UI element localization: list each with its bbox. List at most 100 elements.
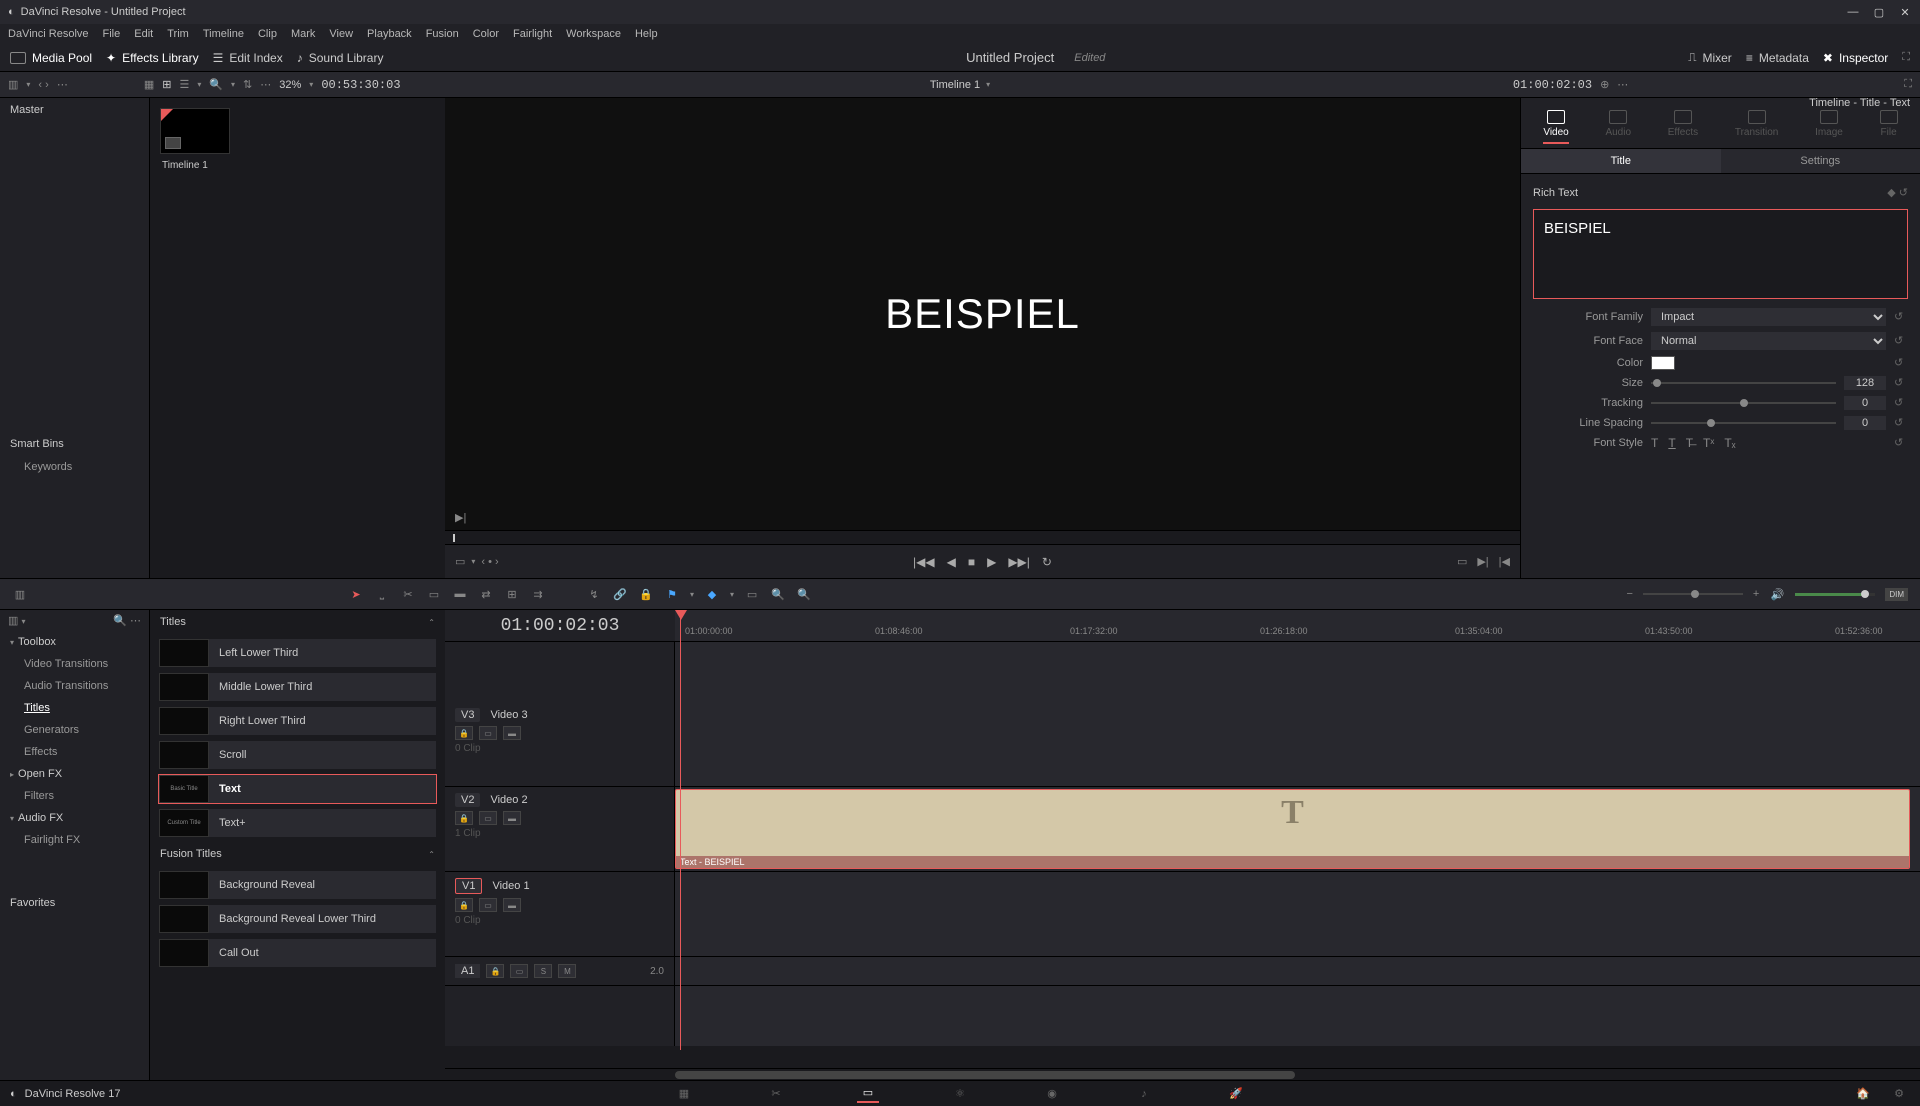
menu-playback[interactable]: Playback [367,28,412,40]
inspector-button[interactable]: ✖Inspector [1823,51,1888,65]
strip-view-icon[interactable]: ☰ [179,78,189,91]
fx-panel-icon[interactable]: ▥ ▾ [8,614,25,627]
flag-icon[interactable]: ⚑ [664,586,680,602]
style-underline-button[interactable]: T [1668,436,1675,450]
a1-mute-button[interactable]: M [558,964,576,978]
fx-audio-transitions[interactable]: Audio Transitions [0,675,149,697]
v1-lock-button[interactable]: 🔒 [455,898,473,912]
font-style-reset[interactable]: ↺ [1894,436,1908,450]
inspector-subtab-title[interactable]: Title [1521,149,1721,173]
viewer-mode-icon[interactable]: ▭ [455,555,465,568]
viewer-canvas[interactable]: BEISPIEL ▶| [445,98,1520,530]
v3-enable-button[interactable]: ▬ [503,726,521,740]
menu-clip[interactable]: Clip [258,28,277,40]
inspector-tab-audio[interactable]: Audio [1605,110,1631,144]
zoom-percent[interactable]: 32% [279,79,301,91]
toolbox-category[interactable]: ▾Toolbox [0,631,149,653]
font-family-select[interactable]: Impact [1651,308,1886,326]
tracking-slider[interactable] [1651,402,1836,404]
prev-frame-button[interactable]: ◀ [947,555,956,569]
viewer-scrubber[interactable] [445,530,1520,544]
track-a1-body[interactable] [675,957,1920,985]
keyframe-icon[interactable]: ◆ [1887,187,1895,199]
titles-section-header[interactable]: Titles⌃ [150,610,445,634]
volume-slider[interactable] [1795,593,1875,596]
marker-icon[interactable]: ◆ [704,586,720,602]
timeline-view-icon[interactable]: ▥ [12,586,28,602]
v1-enable-button[interactable]: ▬ [503,898,521,912]
mute-icon[interactable]: 🔊 [1769,586,1785,602]
track-v3-body[interactable] [675,702,1920,786]
fx-filters[interactable]: Filters [0,785,149,807]
style-super-button[interactable]: Tˣ [1703,436,1714,450]
inspector-tab-transition[interactable]: Transition [1735,110,1779,144]
line-spacing-reset[interactable]: ↺ [1894,416,1908,430]
style-normal-button[interactable]: T [1651,436,1658,450]
edit-index-button[interactable]: ☰Edit Index [213,51,283,65]
a1-arm-button[interactable]: ▭ [510,964,528,978]
settings-button[interactable]: ⚙ [1888,1085,1910,1103]
menu-workspace[interactable]: Workspace [566,28,621,40]
zoom-out-icon[interactable]: 🔍 [770,586,786,602]
font-face-reset[interactable]: ↺ [1894,334,1908,348]
menu-file[interactable]: File [103,28,121,40]
skip-icon[interactable]: ▶| [455,511,466,524]
sound-library-button[interactable]: ♪Sound Library [297,51,384,65]
blade-tool[interactable]: ✂ [400,586,416,602]
timeline-timecode[interactable]: 01:00:02:03 [445,610,675,641]
color-swatch[interactable] [1651,356,1675,370]
sync-icon[interactable]: ⊕ [1600,78,1609,91]
a1-solo-button[interactable]: S [534,964,552,978]
effects-library-button[interactable]: ✦Effects Library [106,51,199,65]
next-frame-button[interactable]: ▶▶| [1008,555,1030,569]
page-fairlight[interactable]: ♪ [1133,1085,1155,1103]
metadata-button[interactable]: ≡Metadata [1746,51,1809,65]
menu-davinci[interactable]: DaVinci Resolve [8,28,89,40]
menu-mark[interactable]: Mark [291,28,315,40]
clip-thumbnail[interactable] [160,108,230,154]
track-a1-tag[interactable]: A1 [455,964,480,978]
audiofx-category[interactable]: ▾Audio FX [0,807,149,829]
menu-trim[interactable]: Trim [167,28,189,40]
fx-fairlight[interactable]: Fairlight FX [0,829,149,851]
media-pool-button[interactable]: Media Pool [10,51,92,65]
style-sub-button[interactable]: Tₓ [1724,436,1735,450]
rich-text-input[interactable]: BEISPIEL [1533,209,1908,299]
tracking-value[interactable]: 0 [1844,396,1886,410]
v3-lock-button[interactable]: 🔒 [455,726,473,740]
overwrite-icon[interactable]: ▬ [452,586,468,602]
timeline-name[interactable]: Timeline 1 [930,79,980,91]
font-face-select[interactable]: Normal [1651,332,1886,350]
menu-help[interactable]: Help [635,28,658,40]
v3-auto-button[interactable]: ▭ [479,726,497,740]
reset-icon[interactable]: ↺ [1899,187,1908,199]
a1-lock-button[interactable]: 🔒 [486,964,504,978]
track-v2-body[interactable]: T Text - BEISPIEL [675,787,1920,871]
v2-auto-button[interactable]: ▭ [479,811,497,825]
menu-fairlight[interactable]: Fairlight [513,28,552,40]
tracking-reset[interactable]: ↺ [1894,396,1908,410]
search-icon[interactable]: 🔍 [209,78,223,91]
rich-text-field[interactable]: BEISPIEL [1544,220,1897,288]
favorites-header[interactable]: Favorites [0,891,149,915]
sort-icon[interactable]: ⇅ [243,78,252,91]
replace-icon[interactable]: ⇄ [478,586,494,602]
title-item-middle-lower-third[interactable]: Middle Lower Third [158,672,437,702]
page-edit[interactable]: ▭ [857,1085,879,1103]
link-icon[interactable]: 🔗 [612,586,628,602]
timeline-clip-text[interactable]: T Text - BEISPIEL [675,789,1910,869]
font-family-reset[interactable]: ↺ [1894,310,1908,324]
fx-generators[interactable]: Generators [0,719,149,741]
size-value[interactable]: 128 [1844,376,1886,390]
track-v3-tag[interactable]: V3 [455,708,480,722]
inspector-tab-effects[interactable]: Effects [1668,110,1698,144]
inspector-tab-image[interactable]: Image [1815,110,1843,144]
play-button[interactable]: ▶ [987,555,996,569]
title-item-call-out[interactable]: Call Out [158,938,437,968]
ripple-icon[interactable]: ⇉ [530,586,546,602]
title-item-scroll[interactable]: Scroll [158,740,437,770]
track-v1-tag[interactable]: V1 [455,878,482,894]
page-deliver[interactable]: 🚀 [1225,1085,1247,1103]
mixer-button[interactable]: ⎍Mixer [1688,50,1732,65]
close-button[interactable]: ✕ [1898,5,1912,19]
